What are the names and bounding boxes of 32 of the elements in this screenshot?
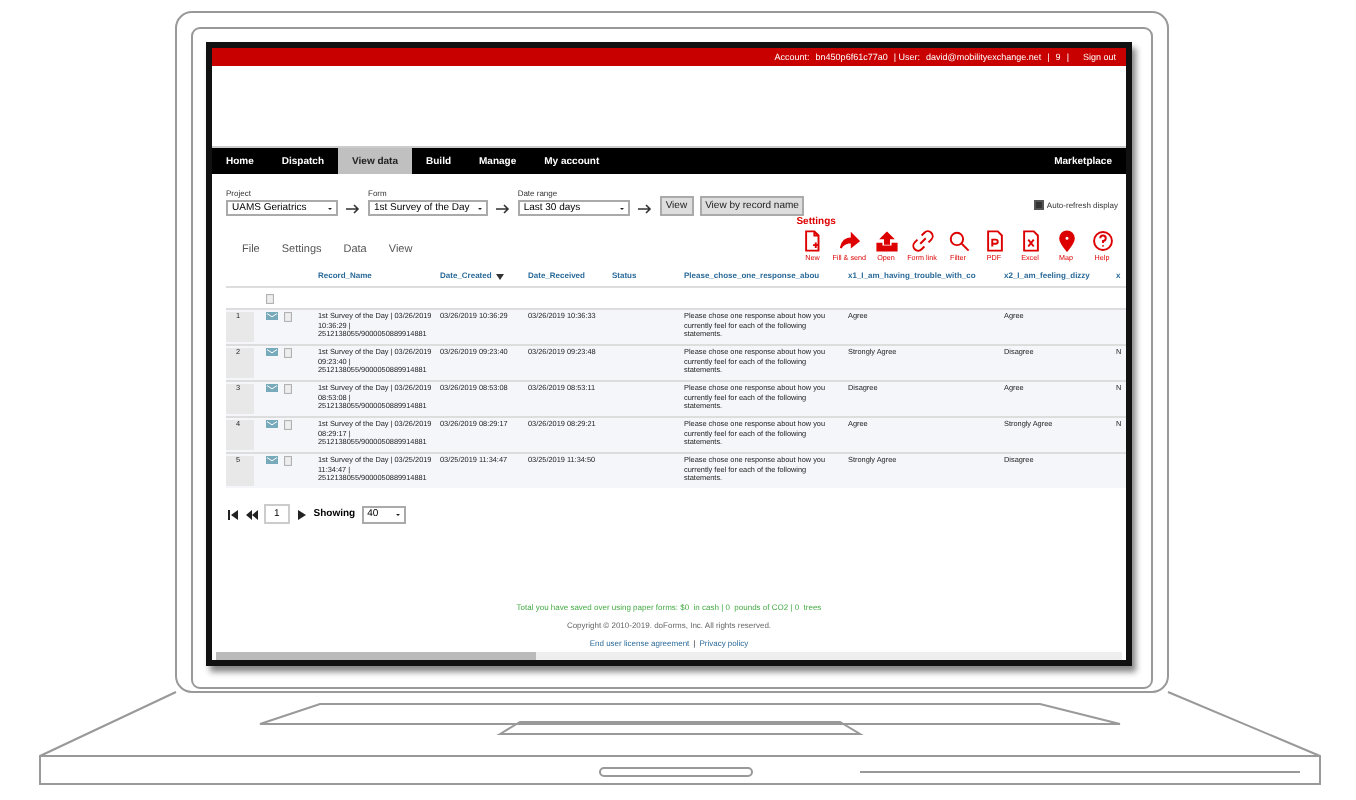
horizontal-scrollbar[interactable] [216, 652, 1122, 660]
envelope-icon[interactable] [266, 348, 278, 357]
envelope-icon[interactable] [266, 456, 278, 465]
right-arrow-icon [495, 203, 510, 213]
help-icon [1091, 230, 1113, 252]
next-page-icon[interactable] [295, 509, 308, 520]
share-arrow-icon [838, 230, 861, 252]
search-icon [947, 230, 969, 252]
map-pin-icon [1055, 230, 1077, 252]
new-document-icon [801, 230, 824, 252]
document-icon[interactable] [284, 420, 292, 431]
excel-file-icon [1019, 230, 1041, 252]
document-icon[interactable] [284, 348, 292, 359]
document-icon[interactable] [284, 384, 292, 395]
right-arrow-icon [346, 203, 360, 213]
table-row[interactable] [226, 380, 1126, 417]
upload-icon [875, 230, 897, 252]
table-row[interactable] [226, 344, 1126, 381]
right-arrow-icon [637, 203, 652, 213]
envelope-icon[interactable] [266, 312, 278, 321]
pdf-file-icon [983, 230, 1005, 252]
table-row[interactable] [226, 452, 1126, 489]
checkbox[interactable] [1034, 200, 1045, 210]
table-row[interactable] [226, 416, 1126, 453]
document-icon[interactable] [284, 456, 292, 467]
previous-page-icon[interactable] [246, 509, 258, 520]
scrollbar-thumb[interactable] [216, 652, 536, 660]
table-row[interactable] [226, 308, 1126, 345]
link-icon [911, 230, 933, 252]
envelope-icon[interactable] [266, 420, 278, 429]
envelope-icon[interactable] [266, 384, 278, 393]
first-page-icon[interactable] [228, 509, 240, 520]
